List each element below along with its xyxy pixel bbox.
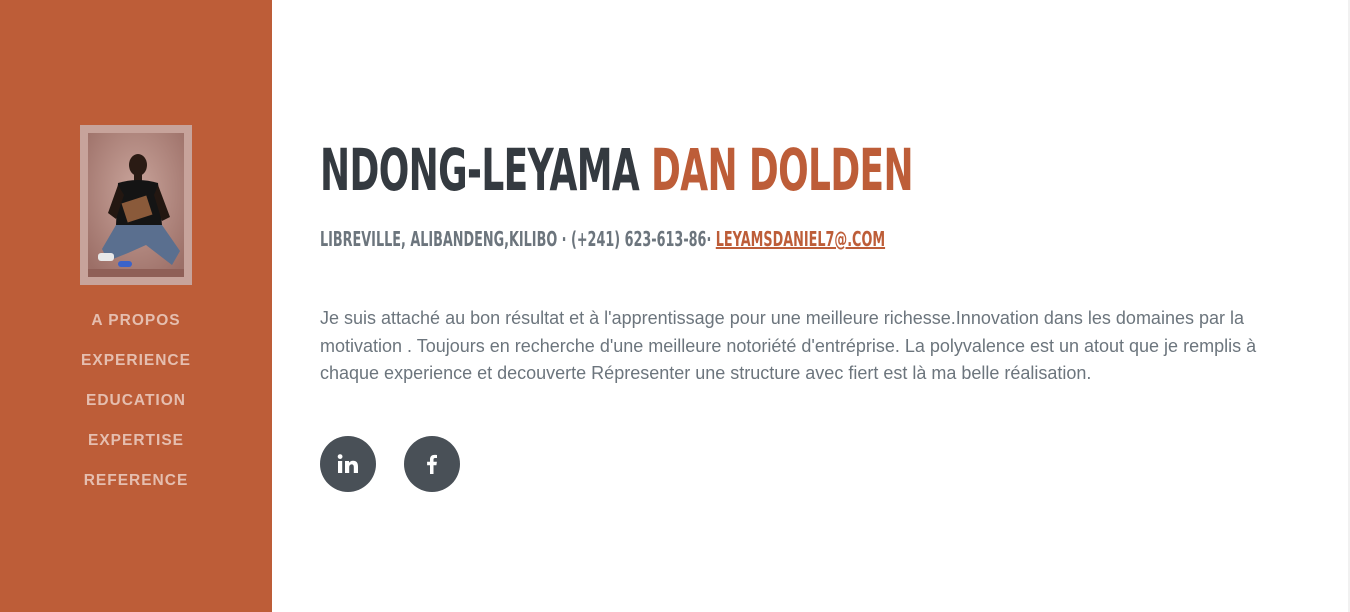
about-section: NDONG-LEYAMA DAN DOLDEN LIBREVILLE, ALIB… [320,0,1310,612]
linkedin-icon [337,454,358,473]
social-icons [320,436,460,492]
facebook-button[interactable] [404,436,460,492]
profile-photo [88,133,184,277]
contact-info: LIBREVILLE, ALIBANDENG,KILIBO · (+241) 6… [320,225,885,253]
nav-link-experience[interactable]: EXPERIENCE [81,352,191,369]
intro-paragraph: Je suis attaché au bon résultat et à l'a… [320,308,1257,383]
nav-link-expertise[interactable]: EXPERTISE [88,432,184,449]
nav-item-education: EDUCATION [0,388,272,428]
nav-link-reference[interactable]: REFERENCE [84,472,189,489]
linkedin-button[interactable] [320,436,376,492]
page-title: NDONG-LEYAMA DAN DOLDEN [320,120,914,220]
email-link[interactable]: LEYAMSDANIEL7@.COM [716,227,885,251]
nav-link-a-propos[interactable]: A PROPOS [91,312,180,329]
avatar [80,125,192,285]
first-name: NDONG-LEYAMA [320,136,640,204]
last-name: DAN DOLDEN [651,136,914,204]
nav-item-a-propos: A PROPOS [0,308,272,348]
sidebar: A PROPOS EXPERIENCE EDUCATION EXPERTISE … [0,0,272,612]
nav-item-reference: REFERENCE [0,468,272,508]
address-text: LIBREVILLE, ALIBANDENG,KILIBO · (+241) 6… [320,227,712,251]
facebook-icon [427,454,437,474]
resume-page: A PROPOS EXPERIENCE EDUCATION EXPERTISE … [0,0,1350,612]
nav-link-education[interactable]: EDUCATION [86,392,186,409]
nav-item-experience: EXPERIENCE [0,348,272,388]
nav-item-expertise: EXPERTISE [0,428,272,468]
sidebar-nav: A PROPOS EXPERIENCE EDUCATION EXPERTISE … [0,308,272,508]
